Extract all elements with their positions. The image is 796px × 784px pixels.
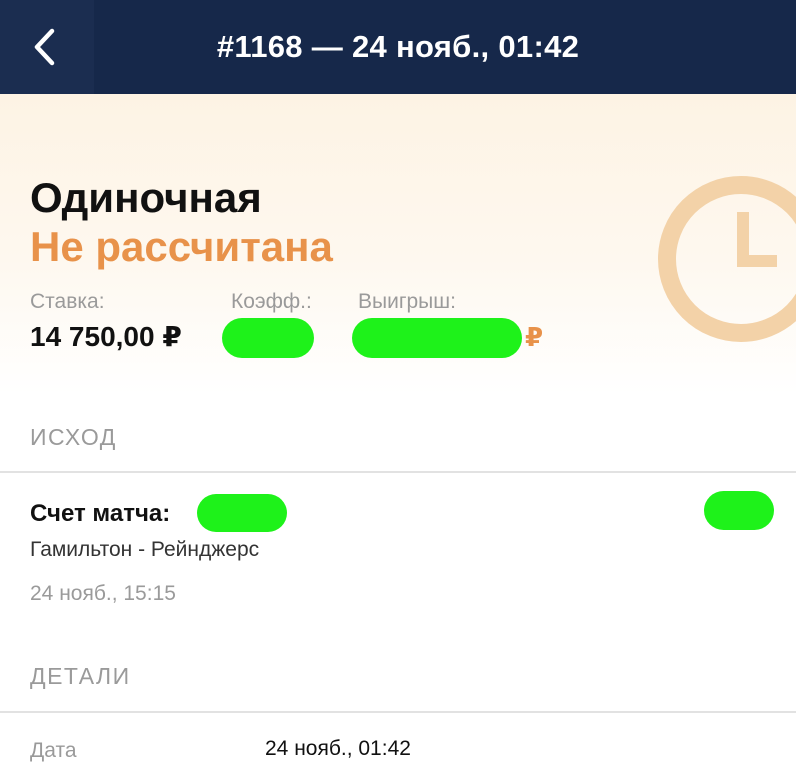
coef-label: Коэфф.: bbox=[231, 290, 312, 313]
outcome-section-label: ИСХОД bbox=[30, 424, 117, 450]
bet-status: Не рассчитана bbox=[30, 223, 333, 270]
divider bbox=[0, 711, 796, 713]
back-button[interactable] bbox=[0, 0, 94, 94]
outcome-teams: Гамильтон - Рейнджерс bbox=[30, 538, 260, 561]
top-bar: #1168 — 24 нояб., 01:42 bbox=[0, 0, 796, 94]
coef-redaction bbox=[222, 318, 314, 358]
win-redaction bbox=[352, 318, 522, 358]
chevron-left-icon bbox=[34, 28, 55, 66]
clock-icon bbox=[658, 176, 796, 342]
stake-value: 14 750,00 ₽ bbox=[30, 321, 182, 352]
win-label: Выигрыш: bbox=[358, 290, 456, 313]
win-currency: ₽ bbox=[525, 322, 544, 352]
bet-summary: Одиночная Не рассчитана Ставка: Коэфф.: … bbox=[0, 94, 796, 394]
page-title: #1168 — 24 нояб., 01:42 bbox=[216, 29, 580, 64]
score-redaction bbox=[197, 494, 287, 532]
divider bbox=[0, 471, 796, 473]
detail-date-label: Дата bbox=[30, 739, 77, 762]
bet-type: Одиночная bbox=[30, 174, 262, 221]
odds-redaction bbox=[704, 491, 774, 530]
detail-date-value: 24 нояб., 01:42 bbox=[265, 737, 411, 760]
outcome-title: Счет матча: bbox=[30, 500, 171, 527]
outcome-datetime: 24 нояб., 15:15 bbox=[30, 582, 176, 605]
details-section-label: ДЕТАЛИ bbox=[30, 663, 131, 689]
stake-label: Ставка: bbox=[30, 290, 105, 313]
